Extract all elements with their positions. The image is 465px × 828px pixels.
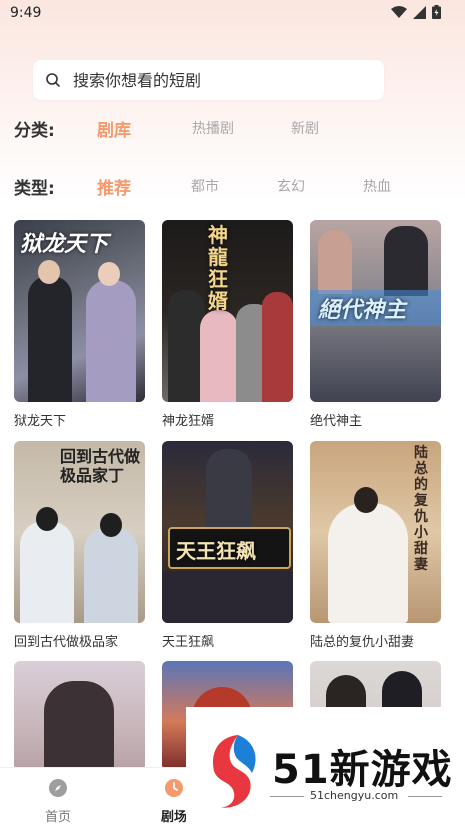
drama-poster[interactable]: 絕代神主 bbox=[310, 220, 441, 402]
tab-home[interactable]: 首页 bbox=[18, 778, 98, 825]
drama-card[interactable]: 回到古代做极品家丁 回到古代做极品家 bbox=[14, 441, 145, 650]
category-filter: 分类: 剧库 热播剧 新剧 bbox=[14, 114, 454, 142]
clock-icon bbox=[165, 779, 183, 797]
search-icon bbox=[46, 73, 60, 87]
drama-card[interactable] bbox=[14, 661, 145, 771]
type-label: 类型: bbox=[14, 179, 55, 199]
drama-title: 回到古代做极品家 bbox=[14, 635, 119, 650]
watermark-logo bbox=[213, 735, 256, 808]
drama-poster[interactable]: 天王狂飙 bbox=[162, 441, 293, 623]
category-option-hot[interactable]: 热播剧 bbox=[192, 118, 234, 138]
search-input[interactable] bbox=[71, 69, 365, 91]
drama-card[interactable]: 絕代神主 绝代神主 bbox=[310, 220, 441, 429]
status-icons bbox=[391, 5, 441, 19]
drama-card[interactable]: 陆总的复仇小甜妻 陆总的复仇小甜妻 bbox=[310, 441, 441, 650]
type-option-action[interactable]: 热血 bbox=[363, 176, 391, 196]
drama-title: 天王狂飙 bbox=[162, 635, 215, 650]
drama-poster[interactable]: 陆总的复仇小甜妻 bbox=[310, 441, 441, 623]
poster-title-text: 天王狂飙 bbox=[176, 539, 256, 563]
drama-card[interactable]: 天王狂飙 天王狂飙 bbox=[162, 441, 293, 650]
drama-poster[interactable]: 回到古代做极品家丁 bbox=[14, 441, 145, 623]
search-bar[interactable] bbox=[33, 60, 384, 100]
category-option-new[interactable]: 新剧 bbox=[291, 118, 319, 138]
drama-title: 陆总的复仇小甜妻 bbox=[310, 635, 415, 650]
category-option-library[interactable]: 剧库 bbox=[97, 116, 131, 141]
drama-poster[interactable]: 狱龙天下 bbox=[14, 220, 145, 402]
type-option-recommend[interactable]: 推荐 bbox=[97, 174, 131, 199]
poster-title-text: 絕代神主 bbox=[318, 297, 407, 323]
drama-card[interactable]: 狱龙天下 狱龙天下 bbox=[14, 220, 145, 429]
drama-title: 狱龙天下 bbox=[14, 414, 67, 429]
watermark-overlay: 51新游戏 51chengyu.com bbox=[186, 707, 465, 827]
drama-poster[interactable]: 神龍狂婿 bbox=[162, 220, 293, 402]
drama-title: 绝代神主 bbox=[310, 414, 363, 429]
watermark-title: 51新游戏 bbox=[272, 747, 453, 793]
drama-title: 神龙狂婿 bbox=[162, 414, 215, 429]
poster-title-text: 狱龙天下 bbox=[20, 231, 109, 257]
drama-poster[interactable] bbox=[14, 661, 145, 771]
signal-icon bbox=[413, 5, 426, 19]
compass-icon bbox=[49, 779, 67, 797]
type-option-urban[interactable]: 都市 bbox=[191, 176, 219, 196]
watermark-url: 51chengyu.com bbox=[310, 789, 399, 802]
watermark-divider bbox=[408, 796, 442, 797]
drama-card[interactable]: 神龍狂婿 神龙狂婿 bbox=[162, 220, 293, 429]
type-filter: 类型: 推荐 都市 玄幻 热血 bbox=[14, 172, 454, 200]
poster-title-text: 回到古代做极品家丁 bbox=[60, 447, 141, 485]
status-bar: 9:49 bbox=[0, 0, 465, 26]
watermark-divider bbox=[270, 796, 304, 797]
category-label: 分类: bbox=[14, 121, 55, 141]
battery-icon bbox=[432, 5, 441, 19]
tab-home-label: 首页 bbox=[44, 810, 71, 825]
status-time: 9:49 bbox=[10, 5, 42, 21]
poster-title-text: 陆总的复仇小甜妻 bbox=[414, 445, 428, 573]
type-option-fantasy[interactable]: 玄幻 bbox=[277, 176, 305, 196]
wifi-icon bbox=[391, 6, 407, 18]
poster-title-text: 神龍狂婿 bbox=[208, 223, 228, 313]
